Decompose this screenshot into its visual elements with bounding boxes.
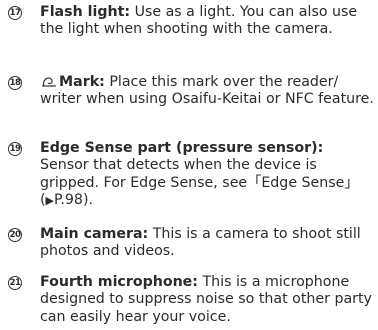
item-number: 19: [8, 142, 22, 156]
list-item-main-camera: 20 Main camera: This is a camera to shoo…: [8, 226, 374, 261]
list-item-flash-light: 17 Flash light: Use as a light. You can …: [8, 4, 374, 39]
list-item-fourth-microphone: 21 Fourth microphone: This is a micropho…: [8, 274, 374, 326]
item-body: Fourth microphone: This is a microphone …: [40, 274, 374, 326]
item-term: Fourth microphone:: [40, 274, 198, 290]
item-number: 20: [8, 228, 22, 242]
page-reference[interactable]: P.98: [54, 192, 83, 208]
item-number: 18: [8, 76, 22, 90]
item-term: Main camera:: [40, 226, 149, 242]
item-body: Edge Sense part (pressure sensor): Senso…: [40, 140, 374, 210]
item-body: Flash light: Use as a light. You can als…: [40, 4, 374, 39]
manual-page: 17 Flash light: Use as a light. You can …: [0, 0, 378, 330]
reference-arrow-icon: ▶: [45, 194, 55, 208]
item-number: 21: [8, 276, 22, 290]
item-body: Main camera: This is a camera to shoot s…: [40, 226, 374, 261]
nfc-mark-icon: [42, 77, 56, 87]
item-term: Mark:: [59, 74, 105, 90]
item-term: Flash light:: [40, 4, 131, 20]
item-term: Edge Sense part (pressure sensor):: [40, 140, 324, 156]
list-item-edge-sense: 19 Edge Sense part (pressure sensor): Se…: [8, 140, 374, 210]
item-body: Mark: Place this mark over the reader/ w…: [40, 74, 374, 109]
list-item-mark: 18 Mark: Place this mark over the reader…: [8, 74, 374, 109]
item-number: 17: [8, 6, 22, 20]
item-description-end: ).: [82, 192, 93, 209]
